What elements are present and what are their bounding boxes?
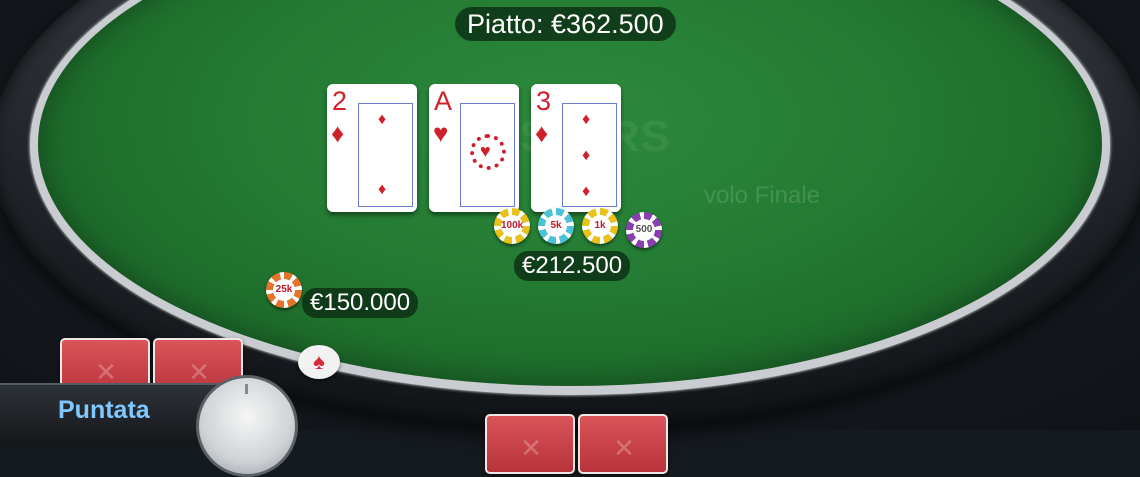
chip-100k: 100k	[494, 208, 530, 244]
card-face-frame: ♦ ♦ ♦	[562, 103, 617, 207]
player-name: Puntata	[58, 396, 150, 424]
chip-label: 1k	[589, 215, 611, 237]
card-back-logo-icon: ✕	[188, 357, 210, 387]
chip-label: 5k	[545, 215, 567, 237]
chip-label: 100k	[501, 215, 523, 237]
diamond-icon: ♦	[535, 118, 549, 148]
timer-tick	[245, 384, 248, 394]
diamond-icon: ♦	[378, 111, 387, 128]
chip-25k: 25k	[266, 272, 302, 308]
player-bet-amount: €150.000	[302, 288, 419, 318]
chip-label: 25k	[273, 279, 295, 301]
card-back-logo-icon: ✕	[520, 433, 542, 463]
chip-1k: 1k	[582, 208, 618, 244]
card-back-logo-icon: ✕	[95, 357, 117, 387]
card-back-logo-icon: ✕	[613, 433, 635, 463]
timer-clock-icon	[196, 375, 298, 477]
card-face-frame: ♥	[460, 103, 515, 207]
card-face-frame: ♦ ♦	[358, 103, 413, 207]
card-rank: A	[434, 86, 453, 116]
card-rank: 3	[536, 86, 552, 116]
board-card-1: 2 ♦ ♦ ♦	[327, 84, 417, 212]
diamond-icon: ♦	[331, 118, 345, 148]
card-rank: 2	[332, 86, 348, 116]
hole-card-back: ✕	[485, 414, 575, 474]
pot-label: Piatto: €362.500	[455, 7, 676, 41]
chip-5k: 5k	[538, 208, 574, 244]
center-bet-amount: €212.500	[514, 251, 631, 281]
board-card-2: A ♥ ♥	[429, 84, 519, 212]
hole-card-back: ✕	[578, 414, 668, 474]
chip-label: 500	[633, 219, 655, 241]
diamond-icon: ♦	[582, 183, 591, 200]
heart-icon: ♥	[480, 141, 491, 161]
dealer-button-icon: ♠	[298, 345, 340, 379]
diamond-icon: ♦	[582, 147, 591, 164]
diamond-icon: ♦	[582, 111, 591, 128]
board-card-3: 3 ♦ ♦ ♦ ♦	[531, 84, 621, 212]
diamond-icon: ♦	[378, 181, 387, 198]
chip-500: 500	[626, 212, 662, 248]
heart-icon: ♥	[433, 118, 449, 148]
